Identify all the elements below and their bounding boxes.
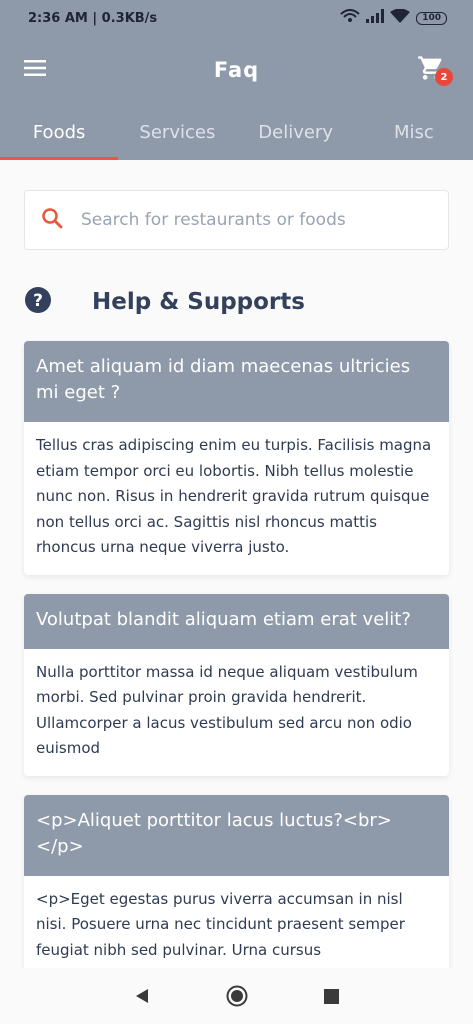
faq-answer: Nulla porttitor massa id neque aliquam v… <box>36 662 418 758</box>
battery-icon: 100 <box>416 11 447 25</box>
wifi-calling-icon <box>340 9 360 27</box>
tab-misc[interactable]: Misc <box>355 104 473 160</box>
home-icon[interactable] <box>226 985 248 1007</box>
tab-services[interactable]: Services <box>118 104 236 160</box>
faq-question[interactable]: <p>Aliquet porttitor lacus luctus?<br></… <box>24 794 449 876</box>
recents-icon[interactable] <box>324 988 339 1004</box>
tab-bar: Foods Services Delivery Misc <box>0 104 473 160</box>
hamburger-icon[interactable] <box>24 60 46 80</box>
faq-question[interactable]: Volutpat blandit aliquam etiam erat veli… <box>24 593 449 649</box>
search-input[interactable] <box>81 210 411 230</box>
help-icon: ? <box>24 286 52 318</box>
cart-button[interactable]: 2 <box>417 54 453 86</box>
tab-foods[interactable]: Foods <box>0 104 119 160</box>
help-title: Help & Supports <box>92 289 305 315</box>
system-nav-bar <box>0 968 473 1024</box>
faq-item[interactable]: Volutpat blandit aliquam etiam erat veli… <box>24 593 449 776</box>
faq-item[interactable]: Amet aliquam id diam maecenas ultricies … <box>24 341 449 575</box>
tab-delivery[interactable]: Delivery <box>237 104 355 160</box>
signal-icon <box>366 9 385 27</box>
cart-count-badge: 2 <box>435 68 453 86</box>
status-icons: 100 <box>340 8 447 27</box>
svg-text:?: ? <box>33 291 43 311</box>
faq-question[interactable]: Amet aliquam id diam maecenas ultricies … <box>24 341 449 422</box>
search-icon <box>41 207 63 233</box>
faq-answer: <p>Eget egestas purus viverra accumsan i… <box>36 889 405 959</box>
help-header: ? Help & Supports <box>24 286 305 318</box>
status-time: 2:36 AM | 0.3KB/s <box>28 10 158 26</box>
back-icon[interactable] <box>134 988 150 1004</box>
faq-item[interactable]: <p>Aliquet porttitor lacus luctus?<br></… <box>24 794 449 977</box>
app-bar: Faq 2 <box>0 36 473 104</box>
status-bar: 2:36 AM | 0.3KB/s 100 <box>0 0 473 36</box>
page-title: Faq <box>213 58 260 82</box>
search-box <box>24 190 449 250</box>
faq-list: Amet aliquam id diam maecenas ultricies … <box>24 341 449 996</box>
faq-answer: Tellus cras adipiscing enim eu turpis. F… <box>36 436 432 556</box>
wifi-icon <box>390 8 411 27</box>
